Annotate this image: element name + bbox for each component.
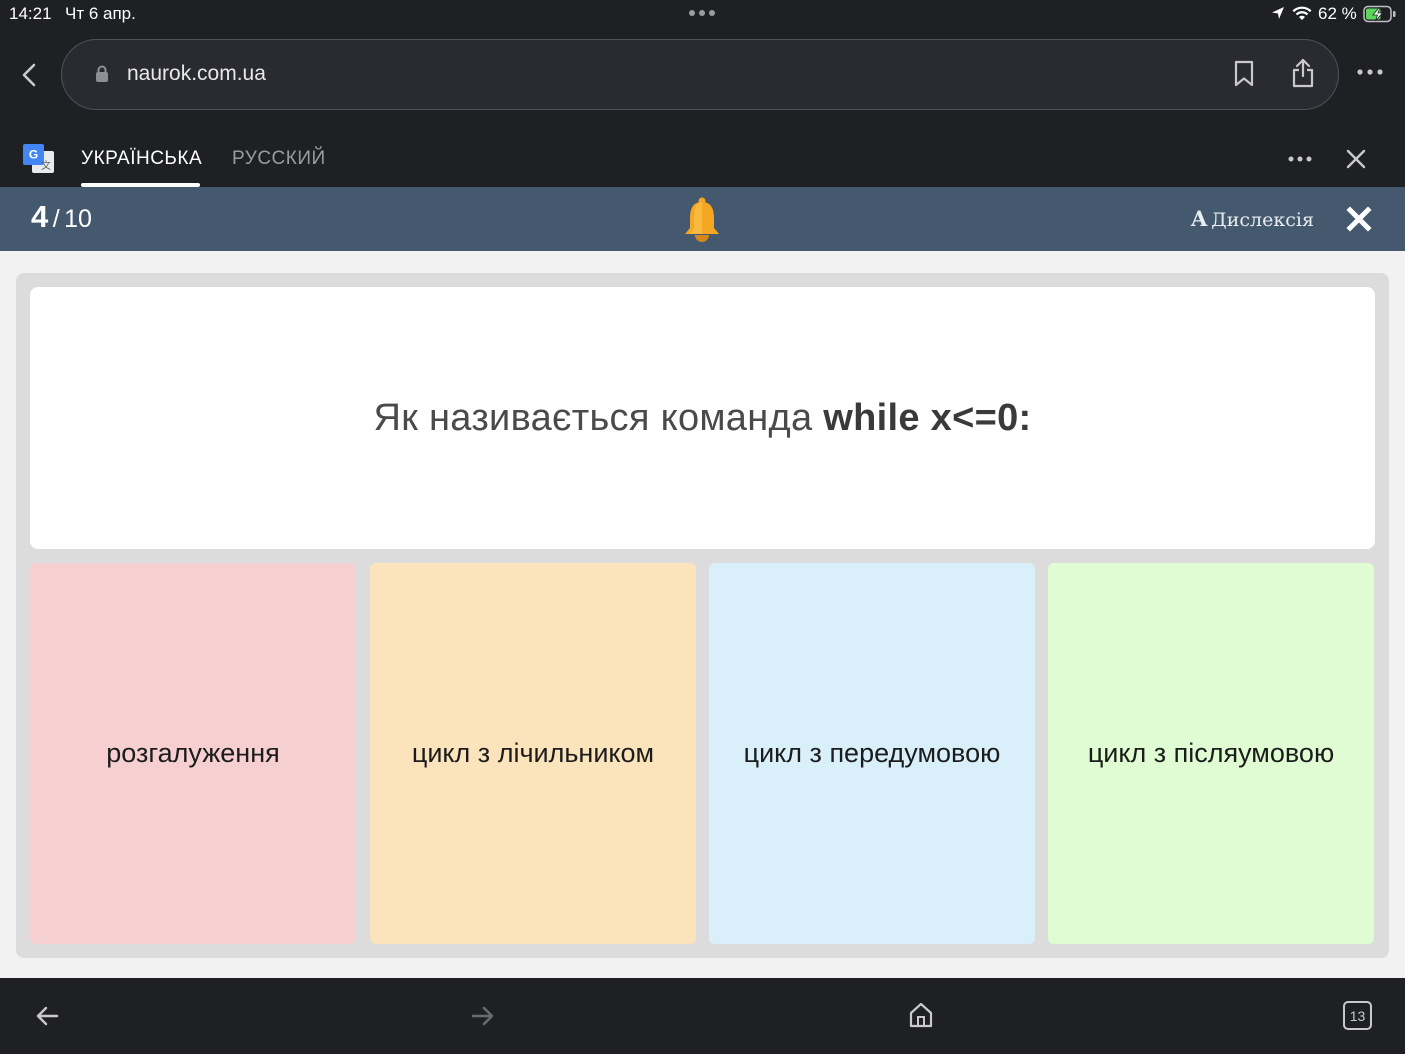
forward-arrow-icon[interactable]: [470, 1003, 496, 1029]
progress-current: 4: [31, 199, 49, 234]
bell-icon[interactable]: [680, 195, 724, 245]
svg-text:文: 文: [41, 159, 51, 172]
answer-label: цикл з післяумовою: [1087, 738, 1335, 768]
question-prefix: Як називається команда: [373, 396, 824, 439]
location-icon: [1272, 7, 1284, 19]
google-translate-icon: G 文: [23, 144, 54, 173]
multitasking-dots-icon[interactable]: [686, 5, 718, 21]
tab-ukrainian[interactable]: УКРАЇНСЬКА: [81, 148, 202, 170]
translate-bar: G 文 УКРАЇНСЬКА РУССКИЙ: [0, 120, 1405, 187]
answer-option-4[interactable]: цикл з післяумовою: [1048, 563, 1374, 944]
close-translate-icon[interactable]: [1345, 148, 1367, 170]
question-progress: 4 / 10: [31, 199, 92, 235]
wifi-icon: [1292, 6, 1312, 20]
lock-icon: [96, 65, 108, 82]
answer-option-3[interactable]: цикл з передумовою: [709, 563, 1035, 944]
back-arrow-icon[interactable]: [34, 1003, 60, 1029]
quiz-header: 4 / 10 A Дислексія: [0, 187, 1405, 251]
status-time: 14:21: [9, 4, 52, 23]
share-icon[interactable]: [1290, 57, 1316, 89]
answer-option-2[interactable]: цикл з лічильником: [370, 563, 696, 944]
home-icon[interactable]: [907, 1001, 935, 1029]
battery-percent: 62 %: [1318, 4, 1357, 23]
progress-total: 10: [64, 205, 92, 233]
progress-separator: /: [52, 205, 60, 233]
translate-options-icon[interactable]: [1287, 155, 1313, 163]
tabs-count-button[interactable]: 13: [1343, 1001, 1372, 1030]
answer-label: цикл з передумовою: [743, 738, 1001, 768]
url-text[interactable]: naurok.com.ua: [127, 62, 266, 86]
more-options-icon[interactable]: [1356, 68, 1384, 76]
tab-russian[interactable]: РУССКИЙ: [232, 148, 326, 170]
dyslexia-font-icon: A: [1191, 206, 1208, 231]
browser-bottom-bar: 13: [0, 978, 1405, 1054]
answer-label: цикл з лічильником: [411, 738, 655, 768]
address-bar[interactable]: naurok.com.ua: [61, 39, 1339, 110]
question-card: Як називається команда while x<=0:: [30, 287, 1375, 549]
back-chevron-icon[interactable]: [18, 62, 40, 88]
status-bar: 14:21 Чт 6 апр. 62 %: [0, 0, 1405, 30]
quiz-close-icon[interactable]: [1346, 206, 1372, 232]
battery-charging-icon: [1363, 5, 1396, 23]
answer-label: розгалуження: [106, 738, 280, 768]
dyslexia-label: Дислексія: [1211, 209, 1314, 231]
svg-text:G: G: [29, 148, 38, 162]
question-code: while x<=0:: [823, 396, 1032, 439]
question-text: Як називається команда while x<=0:: [374, 397, 1032, 440]
dyslexia-toggle[interactable]: A Дислексія: [1191, 206, 1314, 231]
browser-toolbar: naurok.com.ua: [0, 30, 1405, 120]
answer-option-1[interactable]: розгалуження: [30, 563, 356, 944]
status-date: Чт 6 апр.: [65, 4, 136, 23]
bookmark-icon[interactable]: [1232, 60, 1256, 88]
